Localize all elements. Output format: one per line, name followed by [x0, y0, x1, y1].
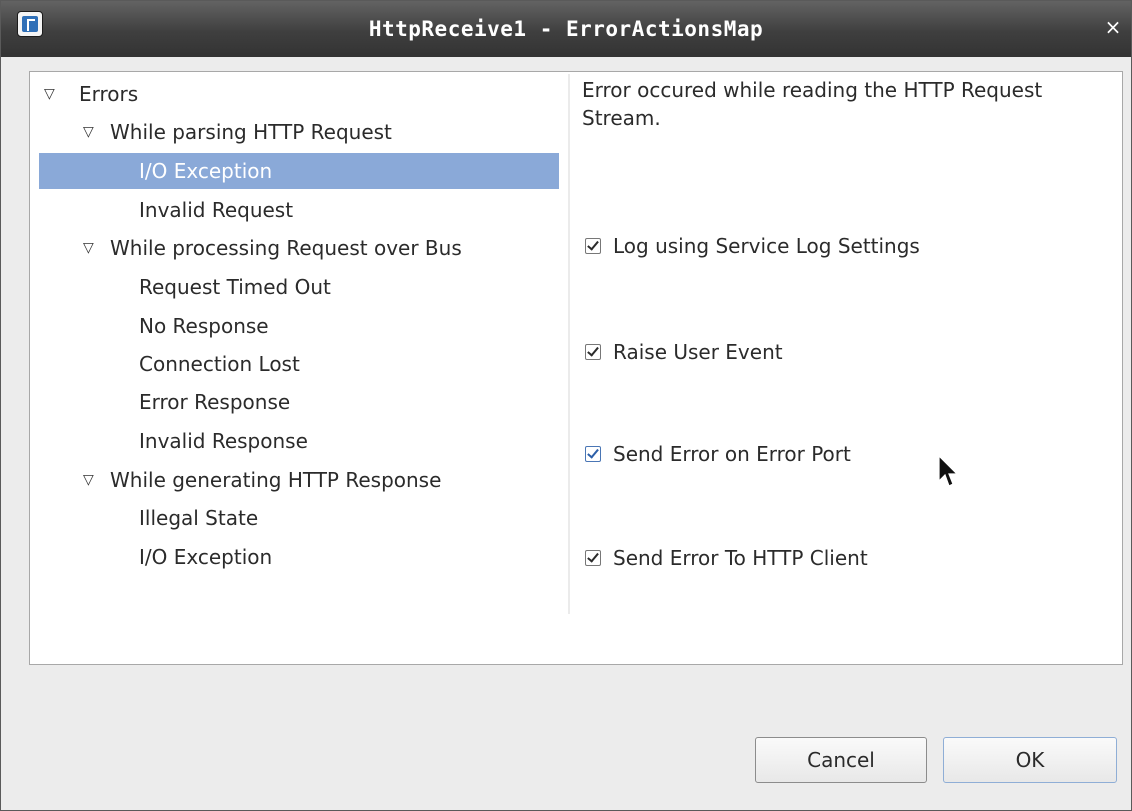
tree-item-error-response[interactable]: Error Response [39, 384, 559, 420]
collapse-icon[interactable]: ▽ [83, 230, 105, 266]
checkmark-icon [587, 446, 599, 459]
tree-item-label: Illegal State [139, 506, 259, 530]
tree-item-invalid-response[interactable]: Invalid Response [39, 423, 559, 459]
tree-item-label: Error Response [139, 390, 291, 414]
tree-item-label: Request Timed Out [139, 275, 331, 299]
tree-item-label: Invalid Request [139, 198, 294, 222]
tree-item-generating-http-response[interactable]: ▽ While generating HTTP Response [39, 462, 559, 498]
checkmark-icon [587, 238, 599, 251]
send-error-port-checkbox[interactable] [585, 446, 601, 462]
tree-item-connection-lost[interactable]: Connection Lost [39, 346, 559, 382]
send-error-http-client-checkbox[interactable] [585, 550, 601, 566]
ok-button[interactable]: OK [943, 737, 1117, 783]
close-button[interactable]: × [1103, 17, 1123, 37]
tree-item-parsing-http-request[interactable]: ▽ While parsing HTTP Request [39, 114, 559, 150]
log-service-settings-checkbox[interactable] [585, 238, 601, 254]
mouse-pointer-icon [938, 455, 959, 487]
raise-user-event-checkbox[interactable] [585, 344, 601, 360]
checkmark-icon [587, 550, 599, 563]
dialog-window: HttpReceive1 - ErrorActionsMap × ▽ Error… [0, 0, 1132, 811]
option-label: Send Error To HTTP Client [613, 546, 868, 570]
tree-item-invalid-request[interactable]: Invalid Request [39, 192, 559, 228]
collapse-icon[interactable]: ▽ [83, 462, 105, 498]
content-frame: ▽ Errors ▽ While parsing HTTP Request I/… [29, 71, 1123, 665]
collapse-icon[interactable]: ▽ [44, 76, 66, 112]
tree-item-label: While parsing HTTP Request [110, 120, 392, 144]
tree-item-label: No Response [139, 314, 269, 338]
option-label: Send Error on Error Port [613, 442, 851, 466]
cancel-button[interactable]: Cancel [755, 737, 927, 783]
tree-item-illegal-state[interactable]: Illegal State [39, 500, 559, 536]
tree-item-processing-request-over-bus[interactable]: ▽ While processing Request over Bus [39, 230, 559, 266]
tree-item-label: I/O Exception [139, 159, 273, 183]
error-tree: ▽ Errors ▽ While parsing HTTP Request I/… [39, 72, 559, 662]
tree-item-io-exception-generating[interactable]: I/O Exception [39, 539, 559, 575]
checkmark-icon [587, 344, 599, 357]
tree-item-label: Errors [79, 82, 139, 106]
error-description: Error occured while reading the HTTP Req… [582, 78, 1043, 130]
tree-item-no-response[interactable]: No Response [39, 308, 559, 344]
collapse-icon[interactable]: ▽ [83, 114, 105, 150]
tree-item-errors[interactable]: ▽ Errors [39, 76, 559, 112]
tree-item-request-timed-out[interactable]: Request Timed Out [39, 269, 559, 305]
option-label: Log using Service Log Settings [613, 234, 920, 258]
tree-item-io-exception-parsing[interactable]: I/O Exception [39, 153, 559, 189]
tree-item-label: Invalid Response [139, 429, 308, 453]
tree-item-label: While generating HTTP Response [110, 468, 442, 492]
option-label: Raise User Event [613, 340, 783, 364]
title-bar[interactable]: HttpReceive1 - ErrorActionsMap × [1, 1, 1131, 57]
tree-item-label: I/O Exception [139, 545, 273, 569]
tree-item-label: Connection Lost [139, 352, 300, 376]
window-title: HttpReceive1 - ErrorActionsMap [368, 17, 764, 41]
detail-panel: Error occured while reading the HTTP Req… [570, 72, 1120, 662]
tree-item-label: While processing Request over Bus [110, 236, 462, 260]
